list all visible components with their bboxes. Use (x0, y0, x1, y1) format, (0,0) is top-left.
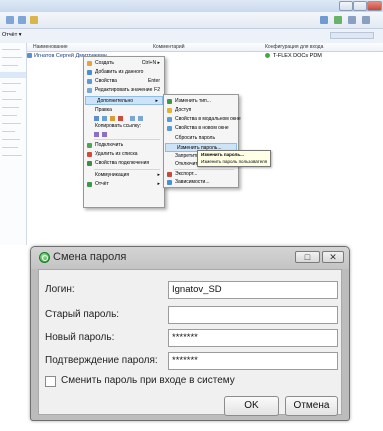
confirm-password-label: Подтверждение пароля: (45, 355, 158, 366)
main-toolbar (0, 12, 383, 29)
tooltip-title: Изменить пароль... (201, 152, 244, 157)
menu-item-edit-value[interactable]: Редактировать значение F2 (84, 86, 164, 95)
column-name[interactable]: Наименование (33, 44, 68, 50)
submenu-more: Изменить тип... Доступ Свойства в модаль… (163, 94, 241, 188)
column-comment[interactable]: Комментарий (153, 44, 185, 50)
modal-props-icon (167, 117, 172, 122)
menu-item-connection-properties[interactable]: Свойства подключения (84, 159, 164, 168)
folder-icon[interactable] (30, 16, 38, 24)
new-password-field[interactable]: ******* (168, 329, 338, 347)
tooltip-text: Изменить пароль пользователя (201, 159, 268, 164)
change-password-dialog: Смена пароля □ ✕ Логин: Ignatov_SD Стары… (30, 246, 350, 421)
old-password-field[interactable] (168, 306, 338, 324)
menu-item-communication[interactable]: Коммуникация ▸ (84, 171, 164, 180)
login-field[interactable]: Ignatov_SD (168, 281, 338, 299)
cancel-button[interactable]: Отмена (285, 396, 338, 416)
context-menu: Создать Ctrl+N ▸ Добавить из данного Свой… (83, 56, 165, 208)
column-config[interactable]: Конфигурация для входа (265, 44, 323, 50)
maximize-button[interactable]: □ (295, 251, 320, 263)
grid-header: Наименование Комментарий Конфигурация дл… (27, 43, 383, 52)
menu-item-create[interactable]: Создать Ctrl+N ▸ (84, 59, 164, 68)
access-icon (167, 108, 172, 113)
copy-icon[interactable] (102, 116, 107, 121)
config-cell: T-FLEX DOCs PDM (273, 53, 322, 59)
menu-item-connect[interactable]: Подключить (84, 141, 164, 150)
window-caption (0, 0, 383, 12)
remove-icon (87, 152, 92, 157)
dialog-title: Смена пароля (53, 251, 127, 263)
menu-item-new-window-properties[interactable]: Свойства в новом окне (164, 124, 238, 133)
link-web-icon[interactable] (102, 132, 107, 137)
close-button[interactable]: ✕ (322, 251, 344, 263)
settings-icon[interactable] (348, 16, 356, 24)
menu-item-access[interactable]: Доступ (164, 106, 238, 115)
new-password-label: Новый пароль: (45, 332, 115, 343)
link-icon[interactable] (94, 132, 99, 137)
delete-icon[interactable] (118, 116, 123, 121)
menu-item-dependencies[interactable]: Зависимости... (164, 178, 238, 187)
back-icon[interactable] (6, 16, 14, 24)
add-from-icon (87, 70, 92, 75)
menu-item-remove[interactable]: Удалить из списка (84, 150, 164, 159)
menu-item-more[interactable]: Дополнительно ▸ (85, 96, 163, 105)
minimize-button[interactable] (339, 1, 353, 11)
explorer-screenshot: Отчёт ▾ Наименование Комментарий Конфигу… (0, 0, 383, 245)
filter-bar: Отчёт ▾ (0, 29, 383, 44)
menu-item-reset-password[interactable]: Сбросить пароль (164, 134, 238, 143)
export-icon (167, 172, 172, 177)
connect-icon (87, 143, 92, 148)
redo-icon[interactable] (138, 116, 143, 121)
layout-icon[interactable] (362, 16, 370, 24)
forward-icon[interactable] (18, 16, 26, 24)
dialog-body: Логин: Ignatov_SD Старый пароль: Новый п… (38, 269, 342, 415)
menu-item-properties[interactable]: Свойства Enter (84, 77, 164, 86)
maximize-button[interactable] (353, 1, 367, 11)
menu-item-report[interactable]: Отчёт ▸ (84, 180, 164, 189)
link-icon-row (84, 130, 164, 139)
config-icon (265, 53, 270, 58)
view-icon[interactable] (320, 16, 328, 24)
menu-item-add-from[interactable]: Добавить из данного (84, 68, 164, 77)
dependencies-icon (167, 180, 172, 185)
menu-item-change-type[interactable]: Изменить тип... (164, 97, 238, 106)
app-logo-icon (39, 252, 50, 263)
change-type-icon (167, 99, 172, 104)
report-icon (87, 182, 92, 187)
navigation-tree[interactable] (0, 43, 27, 245)
change-on-login-label[interactable]: Сменить пароль при входе в систему (61, 375, 235, 386)
connection-properties-icon (87, 161, 92, 166)
cut-icon[interactable] (94, 116, 99, 121)
paste-icon[interactable] (110, 116, 115, 121)
view-switch[interactable] (330, 32, 374, 39)
create-icon (87, 61, 92, 66)
properties-icon (87, 79, 92, 84)
ok-button[interactable]: OK (224, 396, 279, 416)
dialog-title-bar[interactable]: Смена пароля □ ✕ (31, 247, 349, 269)
old-password-label: Старый пароль: (45, 309, 120, 320)
report-toolbar-label[interactable]: Отчёт ▾ (2, 32, 22, 38)
user-icon (27, 53, 32, 58)
new-window-props-icon (167, 126, 172, 131)
tooltip: Изменить пароль... Изменить пароль польз… (197, 150, 271, 167)
menu-item-modal-properties[interactable]: Свойства в модальном окне (164, 115, 241, 124)
refresh-icon[interactable] (334, 16, 342, 24)
table-row[interactable]: Игнатов Сергей Дмитриевич T-FLEX DOCs PD… (27, 52, 383, 60)
undo-icon[interactable] (130, 116, 135, 121)
confirm-password-field[interactable]: ******* (168, 352, 338, 370)
edit-value-icon (87, 88, 92, 93)
change-on-login-checkbox[interactable] (45, 376, 56, 387)
close-button[interactable] (367, 1, 382, 11)
login-label: Логин: (45, 284, 75, 295)
